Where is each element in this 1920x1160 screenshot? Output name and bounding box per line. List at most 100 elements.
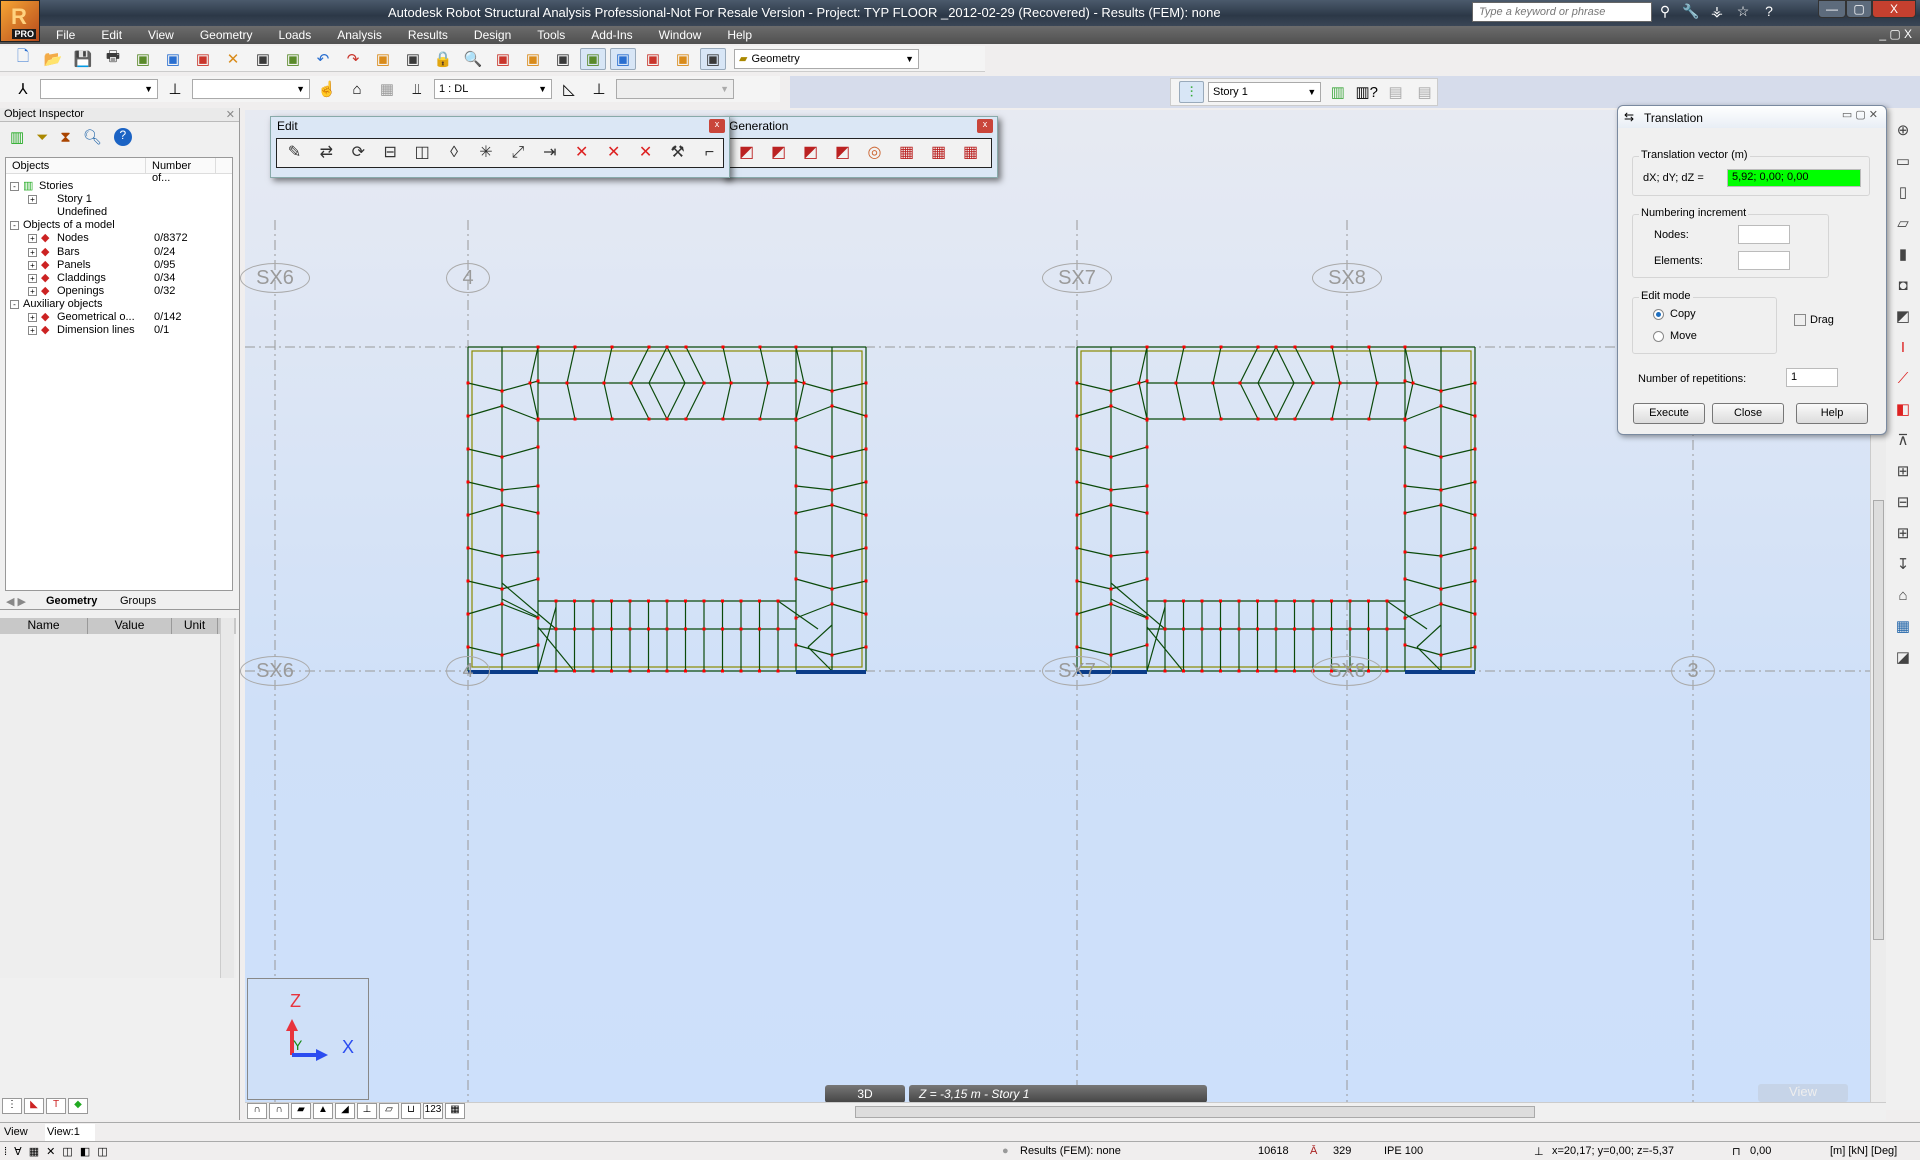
- bar-selection-combo[interactable]: ▼: [192, 79, 310, 99]
- new-icon[interactable]: 🗋: [10, 48, 36, 70]
- preferences-icon[interactable]: ▣: [670, 48, 696, 70]
- expand-icon[interactable]: +: [28, 286, 37, 296]
- corner-icon[interactable]: ⌐: [696, 140, 723, 166]
- dimension-icon[interactable]: ⊔: [401, 1103, 421, 1119]
- column-icon[interactable]: ▯: [1890, 180, 1916, 204]
- dialog-window-controls[interactable]: ▭ ▢ ✕: [1842, 108, 1878, 121]
- menu-add-ins[interactable]: Add-Ins: [591, 26, 644, 44]
- search-input[interactable]: Type a keyword or phrase: [1472, 2, 1652, 22]
- status-tools-icons[interactable]: ⁞ ∀ ▦ ✕ ◫ ◧ ◫: [4, 1145, 110, 1158]
- copy-icon[interactable]: ▣: [250, 48, 276, 70]
- mode-combo[interactable]: ▼: [616, 79, 734, 99]
- menu-edit[interactable]: Edit: [101, 26, 134, 44]
- view-button[interactable]: View: [1758, 1084, 1848, 1102]
- scroll-thumb[interactable]: [1873, 500, 1884, 940]
- supports-icon[interactable]: ▣: [550, 48, 576, 70]
- cut-icon[interactable]: ⚒: [664, 140, 691, 166]
- mesh-lock-icon[interactable]: ◩: [733, 140, 760, 166]
- node-numbers-icon[interactable]: ∩: [247, 1103, 267, 1119]
- story-down-icon[interactable]: ▤: [1383, 81, 1408, 103]
- collapse-icon[interactable]: -: [10, 299, 19, 309]
- story-manager-icon[interactable]: ▥: [1325, 81, 1350, 103]
- layout-icon[interactable]: ▣: [700, 47, 726, 70]
- save-icon[interactable]: 💾: [70, 48, 96, 70]
- close-icon[interactable]: ✕: [226, 108, 235, 121]
- drag-checkbox[interactable]: Drag: [1794, 314, 1834, 327]
- mesh-unlock-icon[interactable]: ◩: [765, 140, 792, 166]
- layout-selector[interactable]: ▰ Geometry ▼: [734, 48, 919, 69]
- modify-icon[interactable]: ✎: [281, 140, 308, 166]
- view-icon[interactable]: ⌂: [344, 78, 370, 100]
- view-3d-tab[interactable]: 3D: [825, 1085, 905, 1103]
- tab-groups[interactable]: Groups: [120, 595, 156, 607]
- load-case-icon[interactable]: ⫫: [404, 78, 430, 100]
- screen-capture-icon[interactable]: ▣: [190, 48, 216, 70]
- target-icon[interactable]: ◎: [861, 140, 888, 166]
- truss-icon[interactable]: ⊞: [1890, 521, 1916, 545]
- node-selection-combo[interactable]: ▼: [40, 79, 158, 99]
- collapse-icon[interactable]: -: [10, 182, 19, 191]
- tab-geometry[interactable]: Geometry: [46, 595, 97, 607]
- view-level-tab[interactable]: Z = -3,15 m - Story 1: [909, 1085, 1207, 1103]
- load-icon[interactable]: ↧: [1890, 552, 1916, 576]
- thickness-icon[interactable]: ⟋: [1890, 366, 1916, 390]
- repetitions-input[interactable]: 1: [1786, 368, 1838, 387]
- tab-scroll-left-icon[interactable]: ◀ ▶: [6, 595, 26, 608]
- collapse-icon[interactable]: -: [10, 221, 19, 231]
- menu-design[interactable]: Design: [474, 26, 523, 44]
- clear-filter-icon[interactable]: ⧗: [60, 129, 71, 146]
- grid-display-icon[interactable]: ▦: [445, 1103, 465, 1119]
- story-icon[interactable]: ⫶: [1179, 81, 1204, 103]
- section-shape-icon[interactable]: ◩: [1890, 304, 1916, 328]
- ibeam-icon[interactable]: I: [1890, 335, 1916, 359]
- scale-icon[interactable]: ⤢: [504, 140, 531, 166]
- paste-icon[interactable]: ▣: [280, 48, 306, 70]
- close-button[interactable]: X: [1872, 0, 1916, 18]
- offset-icon[interactable]: ✳: [473, 140, 500, 166]
- column-value[interactable]: Value: [88, 618, 172, 634]
- maximize-button[interactable]: ▢: [1846, 0, 1872, 18]
- mesh-generate-icon[interactable]: ◩: [797, 140, 824, 166]
- expand-icon[interactable]: +: [28, 260, 37, 270]
- mirror-vertical-icon[interactable]: ◫: [409, 140, 436, 166]
- display-icon[interactable]: ▣: [520, 48, 546, 70]
- expand-icon[interactable]: +: [28, 273, 37, 283]
- expand-icon[interactable]: +: [28, 247, 37, 257]
- mirror-plane-icon[interactable]: ◊: [441, 140, 468, 166]
- help-icon[interactable]: ?: [1760, 3, 1778, 21]
- menu-results[interactable]: Results: [408, 26, 460, 44]
- extend-icon[interactable]: ⇥: [536, 140, 563, 166]
- bracing-icon[interactable]: ⊟: [1890, 490, 1916, 514]
- panel-split-1-icon[interactable]: ▦: [893, 140, 920, 166]
- column-name[interactable]: Name: [0, 618, 88, 634]
- binoculars-icon[interactable]: ⚲: [1656, 3, 1674, 21]
- print-preview-book-icon[interactable]: ▣: [130, 48, 156, 70]
- panel-split-3-icon[interactable]: ▦: [957, 140, 984, 166]
- minimize-button[interactable]: —: [1818, 0, 1846, 18]
- zoom-icon[interactable]: 🔍: [460, 48, 486, 70]
- execute-button[interactable]: Execute: [1633, 403, 1705, 424]
- sections-icon[interactable]: ◢: [335, 1103, 355, 1119]
- cladding-icon[interactable]: ⌂: [1890, 583, 1916, 607]
- material-icon[interactable]: ◆: [68, 1098, 88, 1114]
- table-icon[interactable]: T: [46, 1098, 66, 1114]
- menu-window[interactable]: Window: [659, 26, 714, 44]
- filter-icon[interactable]: ⏷: [36, 129, 48, 146]
- scroll-thumb[interactable]: [855, 1106, 1535, 1118]
- star-icon[interactable]: ☆: [1734, 3, 1752, 21]
- copy-view-icon[interactable]: ▦: [374, 78, 400, 100]
- offset-bar-icon[interactable]: ⊞: [1890, 459, 1916, 483]
- expand-icon[interactable]: +: [28, 326, 37, 336]
- calculator-icon[interactable]: ▣: [370, 48, 396, 70]
- column-unit[interactable]: Unit: [172, 618, 218, 634]
- bar-select-icon[interactable]: ⊥: [162, 78, 188, 100]
- menu-help[interactable]: Help: [727, 26, 764, 44]
- supports-icon[interactable]: ▲: [313, 1103, 333, 1119]
- app-logo[interactable]: R PRO: [0, 0, 40, 42]
- elements-increment-input[interactable]: [1738, 251, 1790, 270]
- horizontal-scrollbar[interactable]: [245, 1102, 1886, 1120]
- properties-scrollbar[interactable]: [220, 618, 234, 978]
- menu-tools[interactable]: Tools: [537, 26, 577, 44]
- column-objects[interactable]: Objects: [6, 158, 146, 173]
- panel-split-2-icon[interactable]: ▦: [925, 140, 952, 166]
